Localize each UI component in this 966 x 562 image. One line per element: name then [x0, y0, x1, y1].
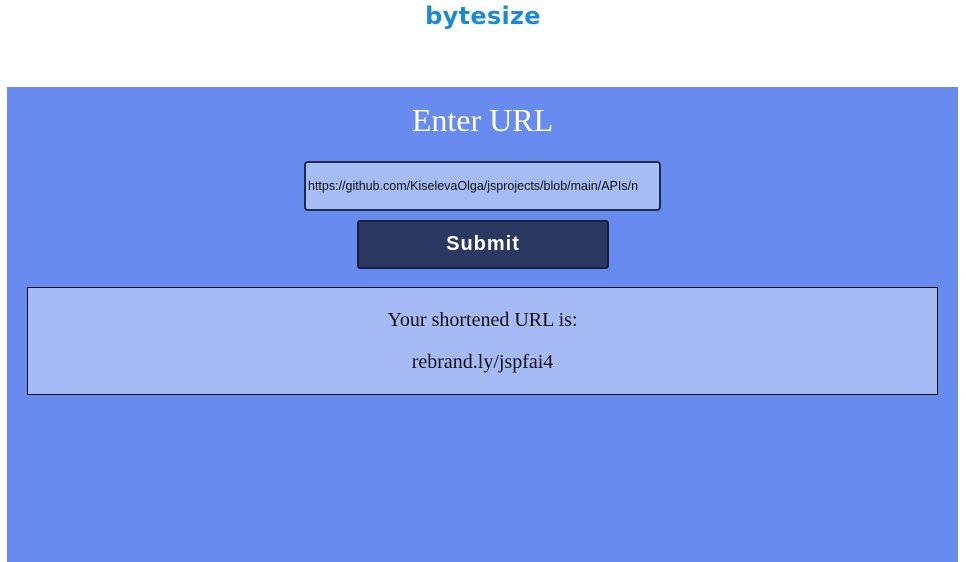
page: bytesize Enter URL Submit Your shortened… — [0, 0, 966, 562]
logo: bytesize — [425, 2, 541, 30]
main-panel: Enter URL Submit Your shortened URL is: … — [7, 87, 958, 562]
submit-button[interactable]: Submit — [357, 220, 609, 269]
result-label: Your shortened URL is: — [387, 309, 578, 331]
shortened-url[interactable]: rebrand.ly/jspfai4 — [28, 351, 937, 374]
result-box: Your shortened URL is: rebrand.ly/jspfai… — [27, 287, 938, 395]
url-input[interactable] — [304, 161, 661, 211]
header: bytesize — [0, 0, 966, 87]
page-title: Enter URL — [411, 102, 554, 138]
